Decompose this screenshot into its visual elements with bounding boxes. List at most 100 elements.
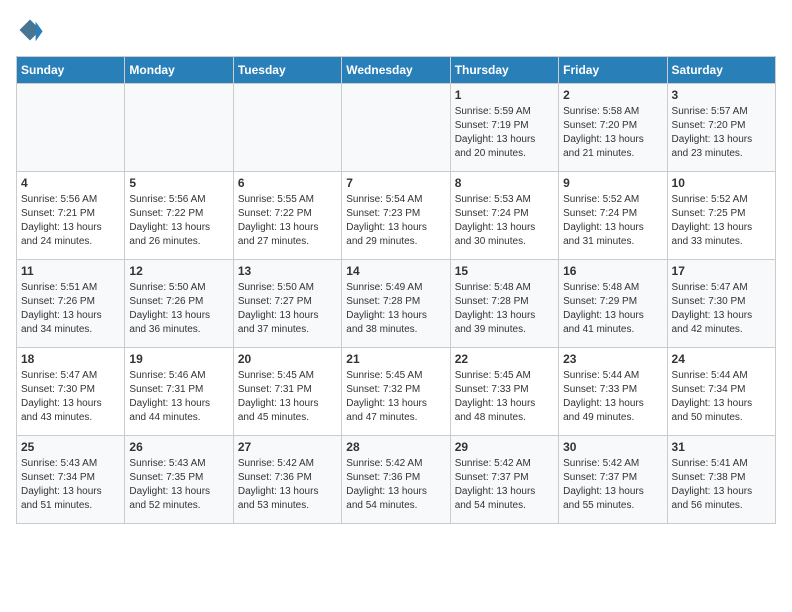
calendar-cell: 31Sunrise: 5:41 AMSunset: 7:38 PMDayligh…: [667, 436, 775, 524]
week-row-1: 1Sunrise: 5:59 AMSunset: 7:19 PMDaylight…: [17, 84, 776, 172]
day-number: 23: [563, 352, 662, 366]
day-number: 1: [455, 88, 554, 102]
day-number: 13: [238, 264, 337, 278]
calendar-cell: 20 Sunrise: 5:45 AMSunset: 7:31 PMDayligh…: [233, 348, 341, 436]
day-number: 30: [563, 440, 662, 454]
calendar-cell: 17 Sunrise: 5:47 AMSunset: 7:30 PMDayligh…: [667, 260, 775, 348]
header-sunday: Sunday: [17, 57, 125, 84]
day-info: Sunrise: 5:45 AMSunset: 7:31 PMDaylight:…: [238, 369, 337, 425]
day-info: Sunrise: 5:55 AMSunset: 7:22 PMDaylight:…: [238, 193, 337, 249]
calendar-cell: 6 Sunrise: 5:55 AMSunset: 7:22 PMDaylight…: [233, 172, 341, 260]
calendar-cell: 21 Sunrise: 5:45 AMSunset: 7:32 PMDayligh…: [342, 348, 450, 436]
day-info: Sunrise: 5:47 AMSunset: 7:30 PMDaylight:…: [672, 281, 771, 337]
header-saturday: Saturday: [667, 57, 775, 84]
calendar-cell: 1Sunrise: 5:59 AMSunset: 7:19 PMDaylight…: [450, 84, 558, 172]
header-friday: Friday: [559, 57, 667, 84]
day-number: 7: [346, 176, 445, 190]
calendar-cell: 28 Sunrise: 5:42 AMSunset: 7:36 PMDayligh…: [342, 436, 450, 524]
calendar-cell: 18 Sunrise: 5:47 AMSunset: 7:30 PMDayligh…: [17, 348, 125, 436]
day-number: 18: [21, 352, 120, 366]
day-info: Sunrise: 5:45 AMSunset: 7:32 PMDaylight:…: [346, 369, 445, 425]
calendar-cell: 10 Sunrise: 5:52 AMSunset: 7:25 PMDayligh…: [667, 172, 775, 260]
day-info: Sunrise: 5:53 AMSunset: 7:24 PMDaylight:…: [455, 193, 554, 249]
day-number: 6: [238, 176, 337, 190]
calendar-body: 1Sunrise: 5:59 AMSunset: 7:19 PMDaylight…: [17, 84, 776, 524]
day-info: Sunrise: 5:51 AMSunset: 7:26 PMDaylight:…: [21, 281, 120, 337]
day-number: 16: [563, 264, 662, 278]
day-info: Sunrise: 5:52 AMSunset: 7:25 PMDaylight:…: [672, 193, 771, 249]
day-number: 20: [238, 352, 337, 366]
calendar-cell: 29 Sunrise: 5:42 AMSunset: 7:37 PMDayligh…: [450, 436, 558, 524]
day-info: Sunrise: 5:44 AMSunset: 7:33 PMDaylight:…: [563, 369, 662, 425]
calendar-cell: 3 Sunrise: 5:57 AMSunset: 7:20 PMDaylight…: [667, 84, 775, 172]
day-info: Sunrise: 5:42 AMSunset: 7:37 PMDaylight:…: [563, 457, 662, 513]
calendar-cell: 14Sunrise: 5:49 AMSunset: 7:28 PMDayligh…: [342, 260, 450, 348]
day-info: Sunrise: 5:56 AMSunset: 7:22 PMDaylight:…: [129, 193, 228, 249]
calendar-cell: 11 Sunrise: 5:51 AMSunset: 7:26 PMDayligh…: [17, 260, 125, 348]
calendar-cell: 30 Sunrise: 5:42 AMSunset: 7:37 PMDayligh…: [559, 436, 667, 524]
day-info: Sunrise: 5:42 AMSunset: 7:36 PMDaylight:…: [346, 457, 445, 513]
day-number: 17: [672, 264, 771, 278]
day-info: Sunrise: 5:43 AMSunset: 7:34 PMDaylight:…: [21, 457, 120, 513]
calendar-header: SundayMondayTuesdayWednesdayThursdayFrid…: [17, 57, 776, 84]
day-number: 9: [563, 176, 662, 190]
day-number: 31: [672, 440, 771, 454]
calendar-table: SundayMondayTuesdayWednesdayThursdayFrid…: [16, 56, 776, 524]
day-info: Sunrise: 5:52 AMSunset: 7:24 PMDaylight:…: [563, 193, 662, 249]
day-number: 19: [129, 352, 228, 366]
day-info: Sunrise: 5:47 AMSunset: 7:30 PMDaylight:…: [21, 369, 120, 425]
logo: [16, 16, 48, 44]
day-info: Sunrise: 5:56 AMSunset: 7:21 PMDaylight:…: [21, 193, 120, 249]
calendar-cell: 25Sunrise: 5:43 AMSunset: 7:34 PMDayligh…: [17, 436, 125, 524]
day-number: 21: [346, 352, 445, 366]
calendar-cell: 23 Sunrise: 5:44 AMSunset: 7:33 PMDayligh…: [559, 348, 667, 436]
day-number: 27: [238, 440, 337, 454]
day-info: Sunrise: 5:57 AMSunset: 7:20 PMDaylight:…: [672, 105, 771, 161]
calendar-cell: 13 Sunrise: 5:50 AMSunset: 7:27 PMDayligh…: [233, 260, 341, 348]
calendar-cell: 7 Sunrise: 5:54 AMSunset: 7:23 PMDaylight…: [342, 172, 450, 260]
day-number: 28: [346, 440, 445, 454]
day-number: 10: [672, 176, 771, 190]
calendar-cell: 4 Sunrise: 5:56 AMSunset: 7:21 PMDaylight…: [17, 172, 125, 260]
calendar-cell: 19 Sunrise: 5:46 AMSunset: 7:31 PMDayligh…: [125, 348, 233, 436]
week-row-5: 25Sunrise: 5:43 AMSunset: 7:34 PMDayligh…: [17, 436, 776, 524]
day-info: Sunrise: 5:48 AMSunset: 7:29 PMDaylight:…: [563, 281, 662, 337]
calendar-cell: 2 Sunrise: 5:58 AMSunset: 7:20 PMDaylight…: [559, 84, 667, 172]
calendar-cell: 26 Sunrise: 5:43 AMSunset: 7:35 PMDayligh…: [125, 436, 233, 524]
day-number: 2: [563, 88, 662, 102]
calendar-cell: [17, 84, 125, 172]
day-number: 11: [21, 264, 120, 278]
day-info: Sunrise: 5:48 AMSunset: 7:28 PMDaylight:…: [455, 281, 554, 337]
day-info: Sunrise: 5:42 AMSunset: 7:36 PMDaylight:…: [238, 457, 337, 513]
day-info: Sunrise: 5:54 AMSunset: 7:23 PMDaylight:…: [346, 193, 445, 249]
header-thursday: Thursday: [450, 57, 558, 84]
day-info: Sunrise: 5:42 AMSunset: 7:37 PMDaylight:…: [455, 457, 554, 513]
header-wednesday: Wednesday: [342, 57, 450, 84]
day-number: 5: [129, 176, 228, 190]
week-row-2: 4 Sunrise: 5:56 AMSunset: 7:21 PMDaylight…: [17, 172, 776, 260]
day-info: Sunrise: 5:58 AMSunset: 7:20 PMDaylight:…: [563, 105, 662, 161]
calendar-cell: 15 Sunrise: 5:48 AMSunset: 7:28 PMDayligh…: [450, 260, 558, 348]
calendar-cell: 22 Sunrise: 5:45 AMSunset: 7:33 PMDayligh…: [450, 348, 558, 436]
header-row: SundayMondayTuesdayWednesdayThursdayFrid…: [17, 57, 776, 84]
day-number: 15: [455, 264, 554, 278]
day-number: 26: [129, 440, 228, 454]
calendar-cell: 24Sunrise: 5:44 AMSunset: 7:34 PMDayligh…: [667, 348, 775, 436]
day-number: 12: [129, 264, 228, 278]
day-number: 22: [455, 352, 554, 366]
day-info: Sunrise: 5:45 AMSunset: 7:33 PMDaylight:…: [455, 369, 554, 425]
calendar-cell: 9 Sunrise: 5:52 AMSunset: 7:24 PMDaylight…: [559, 172, 667, 260]
header-tuesday: Tuesday: [233, 57, 341, 84]
day-info: Sunrise: 5:50 AMSunset: 7:27 PMDaylight:…: [238, 281, 337, 337]
day-info: Sunrise: 5:46 AMSunset: 7:31 PMDaylight:…: [129, 369, 228, 425]
calendar-cell: 16 Sunrise: 5:48 AMSunset: 7:29 PMDayligh…: [559, 260, 667, 348]
day-info: Sunrise: 5:43 AMSunset: 7:35 PMDaylight:…: [129, 457, 228, 513]
calendar-cell: [233, 84, 341, 172]
calendar-cell: 8 Sunrise: 5:53 AMSunset: 7:24 PMDaylight…: [450, 172, 558, 260]
day-number: 3: [672, 88, 771, 102]
day-number: 8: [455, 176, 554, 190]
day-number: 29: [455, 440, 554, 454]
calendar-cell: 5 Sunrise: 5:56 AMSunset: 7:22 PMDaylight…: [125, 172, 233, 260]
day-number: 4: [21, 176, 120, 190]
day-info: Sunrise: 5:44 AMSunset: 7:34 PMDaylight:…: [672, 369, 771, 425]
